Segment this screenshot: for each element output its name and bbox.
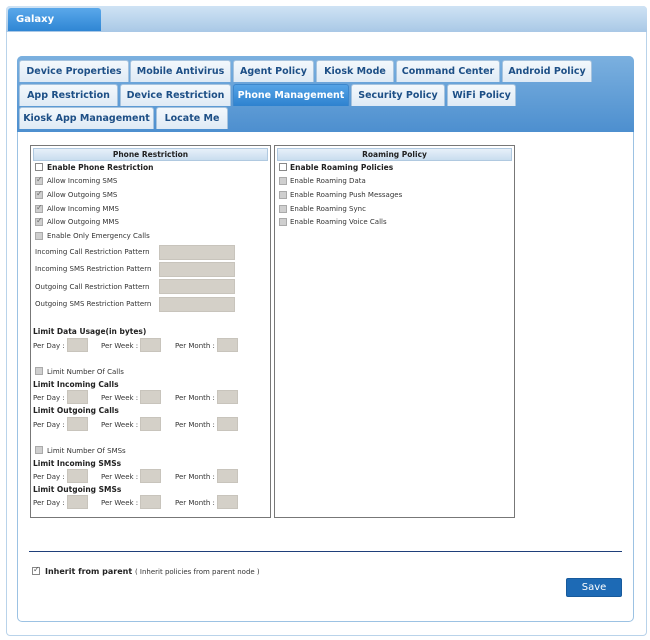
tab-kiosk-app-management[interactable]: Kiosk App Management [19,107,154,129]
allow-incoming-mms-checkbox[interactable] [35,203,43,213]
tab-device-properties[interactable]: Device Properties [19,60,129,82]
tab-android-policy[interactable]: Android Policy [502,60,592,82]
inherit-from-parent-checkbox[interactable] [32,565,40,575]
in-calls-per-month-input[interactable] [217,390,238,404]
in-sms-per-week-label: Per Week : [101,473,139,481]
out-calls-per-day-input[interactable] [67,417,88,431]
roaming-push-checkbox[interactable] [279,191,287,199]
in-calls-per-month-label: Per Month : [175,394,215,402]
allow-incoming-sms-label: Allow Incoming SMS [47,177,118,185]
out-sms-per-week-label: Per Week : [101,499,139,507]
out-calls-per-month-label: Per Month : [175,421,215,429]
data-per-week-input[interactable] [140,338,161,352]
tab-device-restriction[interactable]: Device Restriction [120,84,231,106]
tab-locate-me[interactable]: Locate Me [156,107,228,129]
data-per-month-label: Per Month : [175,342,215,350]
allow-incoming-sms-checkbox[interactable] [35,175,43,185]
incoming-sms-pattern-input[interactable] [159,262,235,277]
tab-command-center[interactable]: Command Center [396,60,500,82]
limit-incoming-calls-heading: Limit Incoming Calls [33,380,119,389]
roaming-data-label: Enable Roaming Data [290,177,366,185]
incoming-sms-pattern-label: Incoming SMS Restriction Pattern [35,265,152,273]
enable-phone-restriction-label: Enable Phone Restriction [47,163,154,172]
roaming-sync-label: Enable Roaming Sync [290,205,366,213]
in-sms-per-day-label: Per Day : [33,473,65,481]
inherit-from-parent-label: Inherit from parent ( Inherit policies f… [45,567,260,577]
in-calls-per-day-input[interactable] [67,390,88,404]
tab-phone-management[interactable]: Phone Management [233,84,349,106]
outgoing-call-pattern-input[interactable] [159,279,235,294]
app-title-tab[interactable]: Galaxy Security [8,8,101,48]
limit-incoming-sms-heading: Limit Incoming SMSs [33,459,122,468]
outgoing-sms-pattern-input[interactable] [159,297,235,312]
roaming-sync-checkbox[interactable] [279,205,287,213]
tab-wifi-policy[interactable]: WiFi Policy [447,84,516,106]
limit-outgoing-sms-heading: Limit Outgoing SMSs [33,485,122,494]
tab-mobile-antivirus[interactable]: Mobile Antivirus [130,60,231,82]
tab-kiosk-mode[interactable]: Kiosk Mode [316,60,394,82]
emergency-calls-checkbox[interactable] [35,232,43,240]
limit-data-usage-heading: Limit Data Usage(in bytes) [33,327,147,336]
out-calls-per-day-label: Per Day : [33,421,65,429]
out-sms-per-day-label: Per Day : [33,499,65,507]
in-sms-per-day-input[interactable] [67,469,88,483]
allow-outgoing-sms-checkbox[interactable] [35,189,43,199]
data-per-day-label: Per Day : [33,342,65,350]
data-per-week-label: Per Week : [101,342,139,350]
roaming-voice-label: Enable Roaming Voice Calls [290,218,387,226]
out-sms-per-week-input[interactable] [140,495,161,509]
roaming-policy-panel: Roaming Policy [274,145,515,518]
enable-roaming-policies-checkbox[interactable] [279,163,287,171]
out-calls-per-week-label: Per Week : [101,421,139,429]
enable-roaming-policies-label: Enable Roaming Policies [290,163,394,172]
incoming-call-pattern-label: Incoming Call Restriction Pattern [35,248,150,256]
out-calls-per-month-input[interactable] [217,417,238,431]
inherit-label-text: Inherit from parent [45,567,133,576]
tab-agent-policy[interactable]: Agent Policy [233,60,314,82]
allow-outgoing-mms-label: Allow Outgoing MMS [47,218,119,226]
phone-restriction-header: Phone Restriction [33,148,268,161]
limit-number-of-sms-checkbox[interactable] [35,446,43,454]
roaming-data-checkbox[interactable] [279,177,287,185]
allow-outgoing-mms-checkbox[interactable] [35,216,43,226]
in-calls-per-week-label: Per Week : [101,394,139,402]
in-sms-per-month-label: Per Month : [175,473,215,481]
limit-number-of-sms-label: Limit Number Of SMSs [47,447,126,455]
enable-phone-restriction-checkbox[interactable] [35,163,43,171]
out-calls-per-week-input[interactable] [140,417,161,431]
inherit-note: ( Inherit policies from parent node ) [134,568,260,576]
limit-outgoing-calls-heading: Limit Outgoing Calls [33,406,119,415]
allow-outgoing-sms-label: Allow Outgoing SMS [47,191,118,199]
out-sms-per-month-label: Per Month : [175,499,215,507]
incoming-call-pattern-input[interactable] [159,245,235,260]
limit-number-of-calls-checkbox[interactable] [35,367,43,375]
tab-security-policy[interactable]: Security Policy [351,84,445,106]
roaming-voice-checkbox[interactable] [279,218,287,226]
in-calls-per-day-label: Per Day : [33,394,65,402]
limit-number-of-calls-label: Limit Number Of Calls [47,368,124,376]
outgoing-call-pattern-label: Outgoing Call Restriction Pattern [35,283,150,291]
roaming-push-label: Enable Roaming Push Messages [290,191,403,199]
tab-app-restriction[interactable]: App Restriction [19,84,118,106]
out-sms-per-month-input[interactable] [217,495,238,509]
save-button[interactable]: Save [566,578,622,597]
roaming-policy-header: Roaming Policy [277,148,512,161]
in-sms-per-month-input[interactable] [217,469,238,483]
in-sms-per-week-input[interactable] [140,469,161,483]
data-per-month-input[interactable] [217,338,238,352]
title-bar [6,6,647,32]
data-per-day-input[interactable] [67,338,88,352]
footer-divider [29,551,622,552]
emergency-calls-label: Enable Only Emergency Calls [47,232,150,240]
in-calls-per-week-input[interactable] [140,390,161,404]
allow-incoming-mms-label: Allow Incoming MMS [47,205,119,213]
out-sms-per-day-input[interactable] [67,495,88,509]
outgoing-sms-pattern-label: Outgoing SMS Restriction Pattern [35,300,152,308]
